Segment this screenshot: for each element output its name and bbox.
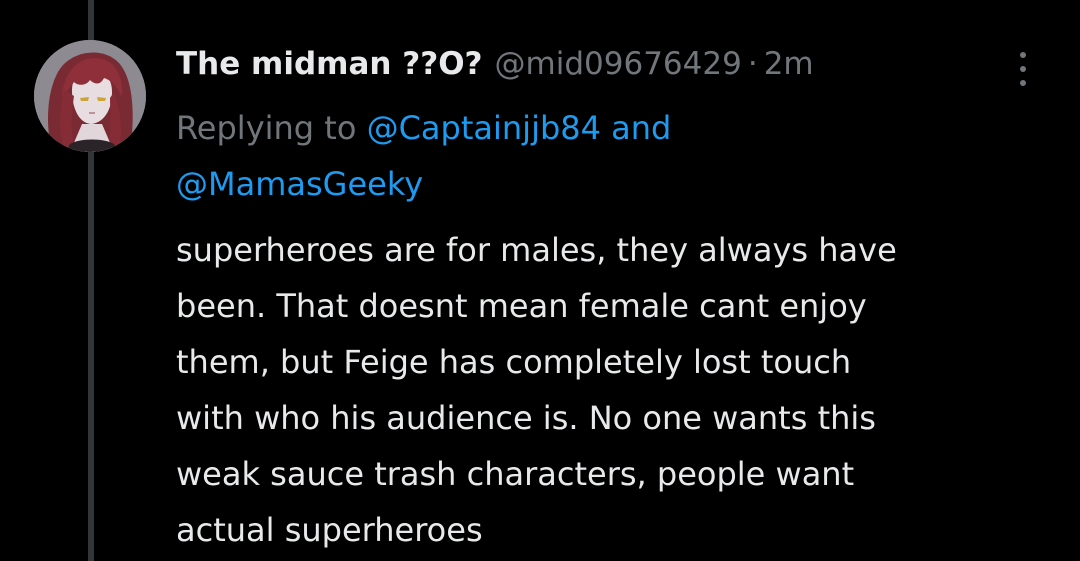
- thread-connector-line: [88, 152, 94, 561]
- replying-prefix: Replying to: [176, 109, 357, 147]
- tweet-text-line: weak sauce trash characters, people want: [176, 455, 855, 493]
- timestamp[interactable]: 2m: [764, 44, 814, 84]
- tweet-text-line: with who his audience is. No one wants t…: [176, 399, 876, 437]
- tweet-body: superheroes are for males, they always h…: [176, 222, 1056, 558]
- user-handle[interactable]: @mid09676429: [495, 44, 742, 84]
- thread-connector-line: [88, 0, 94, 40]
- more-dot: [1020, 80, 1026, 86]
- more-dot: [1020, 52, 1026, 58]
- tweet-text-line: been. That doesnt mean female cant enjoy: [176, 287, 867, 325]
- mention-joiner[interactable]: and: [611, 109, 671, 147]
- tweet-text-line: actual superheroes: [176, 511, 483, 549]
- more-dot: [1020, 66, 1026, 72]
- display-name[interactable]: The midman ??O?: [176, 44, 483, 84]
- avatar[interactable]: [34, 40, 146, 152]
- tweet-text-line: them, but Feige has completely lost touc…: [176, 343, 852, 381]
- replying-to-line: Replying to @Captainjjb84 and @MamasGeek…: [176, 100, 996, 212]
- mention-link[interactable]: @MamasGeeky: [176, 165, 423, 203]
- tweet-reply[interactable]: The midman ??O? @mid09676429 · 2m Replyi…: [0, 0, 1080, 561]
- avatar-image: [34, 40, 146, 152]
- header-separator: ·: [747, 46, 758, 82]
- mention-link[interactable]: @Captainjjb84: [367, 109, 601, 147]
- more-options-icon[interactable]: [1008, 50, 1038, 88]
- tweet-text-line: superheroes are for males, they always h…: [176, 231, 897, 269]
- tweet-header: The midman ??O? @mid09676429 · 2m: [176, 44, 814, 84]
